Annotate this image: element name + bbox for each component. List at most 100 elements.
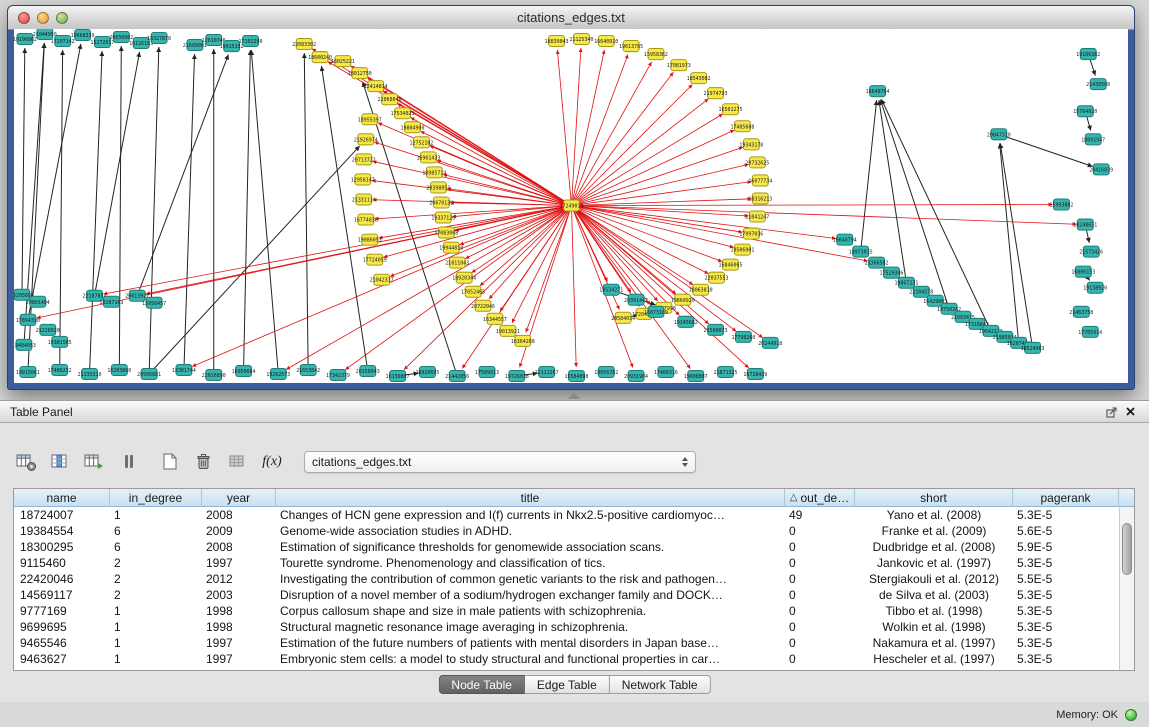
graph-node[interactable]: 21042317 (370, 274, 394, 285)
table-cell[interactable]: 5.3E-5 (1013, 507, 1119, 523)
graph-node[interactable]: 16774838 (354, 214, 378, 225)
graph-edge[interactable] (452, 205, 571, 216)
column-header-name[interactable]: name (14, 489, 110, 507)
graph-node[interactable]: 19262573 (266, 368, 290, 379)
graph-node[interactable]: 22037553 (705, 272, 729, 283)
graph-node[interactable]: 16077734 (748, 175, 772, 186)
table-cell[interactable]: 18300295 (14, 539, 110, 555)
graph-edge[interactable] (90, 51, 103, 374)
graph-node[interactable]: 21811043 (445, 257, 469, 268)
table-cell[interactable]: 9777169 (14, 603, 110, 619)
graph-edge[interactable] (571, 62, 651, 206)
table-cell[interactable]: 1998 (202, 603, 276, 619)
graph-node[interactable]: 19804900 (401, 122, 425, 133)
table-cell[interactable]: Dudbridge et al. (2008) (855, 539, 1013, 555)
graph-node[interactable]: 18973015 (849, 246, 873, 257)
graph-node[interactable]: 17798260 (731, 331, 755, 342)
graph-node[interactable]: 22083302 (292, 39, 316, 50)
graph-node[interactable]: 16640910 (594, 36, 618, 47)
graph-node[interactable]: 18985714 (422, 167, 446, 178)
graph-node[interactable]: 16344557 (483, 313, 507, 324)
graph-node[interactable]: 19944810 (439, 242, 463, 253)
table-cell[interactable]: 9699695 (14, 619, 110, 635)
graph-node[interactable]: 21926974 (354, 134, 378, 145)
graph-node[interactable]: 16950664 (232, 365, 256, 376)
table-cell[interactable]: Tourette syndrome. Phenomenology and cla… (276, 555, 785, 571)
graph-node[interactable]: 18920344 (452, 272, 476, 283)
graph-edge[interactable] (304, 53, 308, 370)
table-cell[interactable]: 1 (110, 619, 202, 635)
graph-node[interactable]: 22111267 (535, 366, 559, 377)
graph-node[interactable]: 18920695 (415, 366, 439, 377)
table-cell[interactable]: 5.3E-5 (1013, 619, 1119, 635)
table-row[interactable]: 977716911998Corpus callosum shape and si… (14, 603, 1119, 619)
table-cell[interactable]: 2009 (202, 523, 276, 539)
graph-node[interactable]: 18091547 (1081, 134, 1105, 145)
table-row[interactable]: 1456911722003Disruption of a novel membe… (14, 587, 1119, 603)
graph-edge[interactable] (571, 147, 742, 205)
table-mode-button[interactable] (116, 450, 140, 474)
table-cell[interactable]: Changes of HCN gene expression and I(f) … (276, 507, 785, 523)
graph-node[interactable]: 16381585 (48, 336, 72, 347)
graph-node[interactable]: 17589913 (475, 366, 499, 377)
graph-edge[interactable] (149, 47, 159, 374)
graph-node[interactable]: 19138920 (1083, 282, 1107, 293)
graph-node[interactable]: 21125340 (569, 34, 593, 45)
delete-column-button[interactable] (192, 450, 216, 474)
table-cell[interactable]: Yano et al. (2008) (855, 507, 1013, 523)
graph-node[interactable]: 20847310 (987, 129, 1011, 140)
column-settings-button[interactable] (14, 450, 38, 474)
table-row[interactable]: 946554611997Estimation of the future num… (14, 635, 1119, 651)
graph-node[interactable]: 17705914 (1078, 326, 1102, 337)
graph-edge[interactable] (571, 205, 632, 367)
table-row[interactable]: 969969511998Structural magnetic resonanc… (14, 619, 1119, 635)
graph-edge[interactable] (244, 50, 251, 371)
table-cell[interactable]: 2012 (202, 571, 276, 587)
tab-node-table[interactable]: Node Table (438, 675, 525, 694)
table-cell[interactable]: 1 (110, 507, 202, 523)
graph-node[interactable]: 16203860 (107, 364, 131, 375)
tab-edge-table[interactable]: Edge Table (525, 675, 610, 694)
graph-node[interactable]: 16718439 (743, 368, 767, 379)
graph-node[interactable]: 21871325 (714, 366, 738, 377)
table-cell[interactable]: 18724007 (14, 507, 110, 523)
column-header-out_de[interactable]: △out_de… (785, 489, 855, 507)
window-zoom-button[interactable] (56, 12, 68, 24)
table-cell[interactable]: 5.3E-5 (1013, 635, 1119, 651)
graph-node[interactable]: 19106382 (1076, 49, 1100, 60)
graph-node[interactable]: 19145682 (674, 316, 698, 327)
graph-node[interactable]: 17485608 (730, 121, 754, 132)
graph-node[interactable]: 22068048 (378, 94, 402, 105)
graph-edge[interactable] (571, 205, 576, 366)
table-cell[interactable]: 0 (785, 587, 855, 603)
table-cell[interactable]: 0 (785, 603, 855, 619)
graph-node[interactable]: 21228020 (36, 324, 60, 335)
graph-edge[interactable] (60, 50, 63, 370)
column-header-in_degree[interactable]: in_degree (110, 489, 202, 507)
graph-edge[interactable] (184, 54, 195, 370)
graph-edge[interactable] (999, 134, 1093, 166)
column-header-pagerank[interactable]: pagerank (1013, 489, 1119, 507)
graph-node[interactable]: 18524963 (1021, 342, 1045, 353)
graph-node[interactable]: 15958362 (644, 49, 668, 60)
table-cell[interactable]: Tibbo et al. (1998) (855, 603, 1013, 619)
window-close-button[interactable] (18, 12, 30, 24)
graph-node[interactable]: 18063810 (689, 284, 713, 295)
table-cell[interactable]: 5.3E-5 (1013, 587, 1119, 603)
graph-node[interactable]: 18056782 (594, 366, 618, 377)
table-cell[interactable]: 5.3E-5 (1013, 603, 1119, 619)
table-cell[interactable]: 1997 (202, 651, 276, 667)
graph-node[interactable]: 16584098 (565, 370, 589, 381)
close-panel-icon[interactable] (1121, 404, 1139, 420)
graph-node[interactable]: 17081973 (667, 60, 691, 71)
graph-node[interactable]: 16873109 (644, 306, 668, 317)
graph-node[interactable]: 17997036 (739, 228, 763, 239)
graph-node[interactable]: 19404053 (14, 339, 36, 350)
graph-edge[interactable] (571, 114, 722, 206)
graph-edge[interactable] (571, 205, 762, 337)
table-cell[interactable]: Estimation of the future numbers of pati… (276, 635, 785, 651)
graph-node[interactable]: 20013922 (125, 290, 149, 301)
graph-node[interactable]: 18839043 (545, 36, 569, 47)
graph-node[interactable]: 15950457 (142, 297, 166, 308)
table-cell[interactable]: 6 (110, 523, 202, 539)
